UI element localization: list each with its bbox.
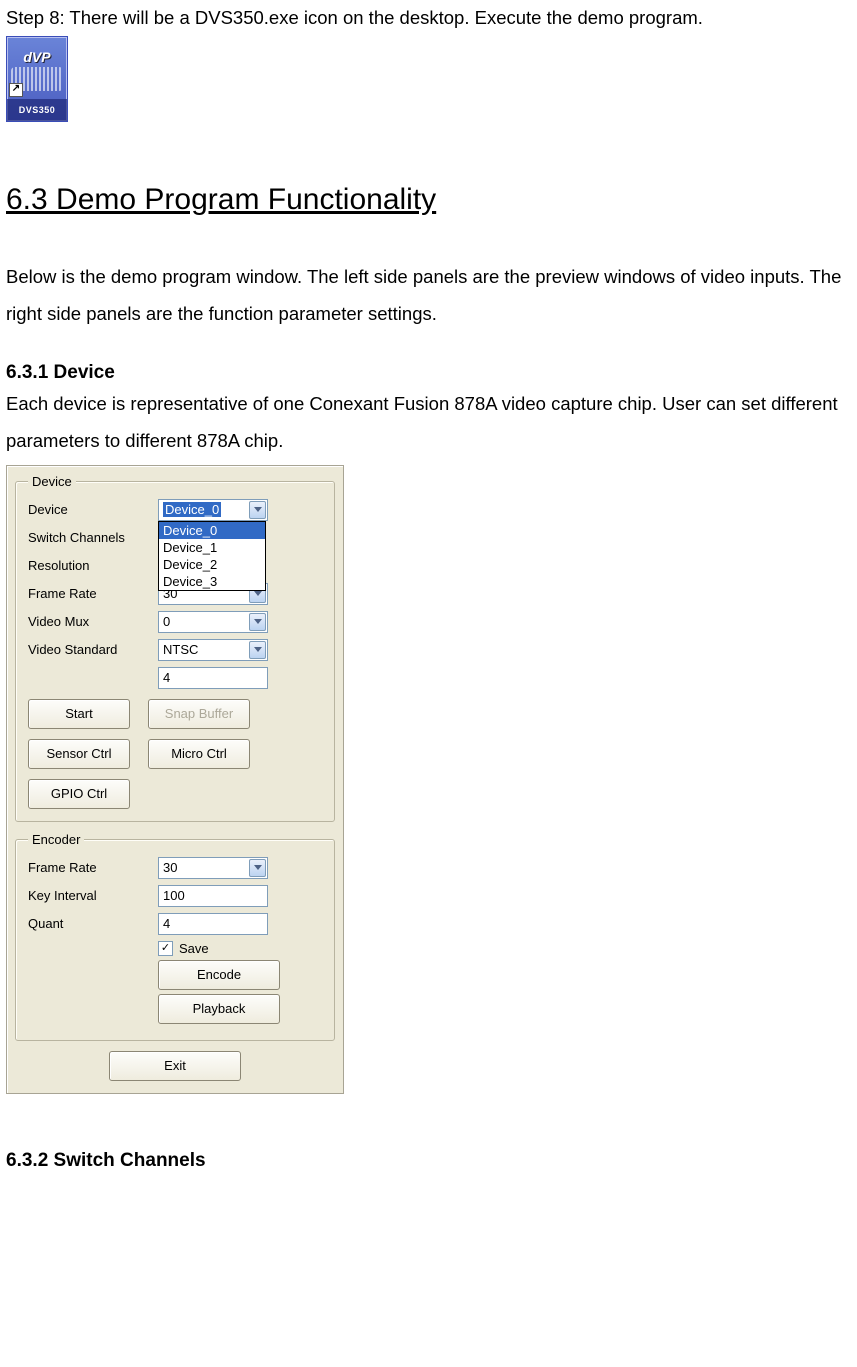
video-standard-value: NTSC xyxy=(163,642,198,657)
label-video-mux: Video Mux xyxy=(28,614,158,629)
chevron-down-icon[interactable] xyxy=(249,613,266,631)
dvs350-desktop-icon: dVP ↗ DVS350 xyxy=(6,36,68,122)
device-extra-input[interactable]: 4 xyxy=(158,667,268,689)
exit-button[interactable]: Exit xyxy=(109,1051,241,1081)
device-group: Device Device Device_0 Device_0 Device_1… xyxy=(15,474,335,822)
subsection-6-3-2-heading: 6.3.2 Switch Channels xyxy=(6,1142,851,1180)
gpio-ctrl-button[interactable]: GPIO Ctrl xyxy=(28,779,130,809)
encode-button[interactable]: Encode xyxy=(158,960,280,990)
step8-text: Step 8: There will be a DVS350.exe icon … xyxy=(6,6,851,30)
chevron-down-icon[interactable] xyxy=(249,501,266,519)
save-checkbox-label: Save xyxy=(179,941,209,956)
video-mux-value: 0 xyxy=(163,614,170,629)
label-resolution: Resolution xyxy=(28,558,158,573)
device-combo-value: Device_0 xyxy=(163,502,221,517)
encoder-group-legend: Encoder xyxy=(28,832,84,847)
section-6-3-intro: Below is the demo program window. The le… xyxy=(6,258,851,332)
micro-ctrl-button[interactable]: Micro Ctrl xyxy=(148,739,250,769)
save-checkbox[interactable]: ✓ xyxy=(158,941,173,956)
device-option-0[interactable]: Device_0 xyxy=(159,522,265,539)
label-frame-rate: Frame Rate xyxy=(28,586,158,601)
key-interval-input[interactable]: 100 xyxy=(158,885,268,907)
device-option-1[interactable]: Device_1 xyxy=(159,539,265,556)
start-button[interactable]: Start xyxy=(28,699,130,729)
label-quant: Quant xyxy=(28,916,158,931)
label-switch-channels: Switch Channels xyxy=(28,530,158,545)
quant-input[interactable]: 4 xyxy=(158,913,268,935)
enc-frame-rate-combo[interactable]: 30 xyxy=(158,857,268,879)
subsection-6-3-1-text: Each device is representative of one Con… xyxy=(6,385,851,459)
playback-button[interactable]: Playback xyxy=(158,994,280,1024)
enc-frame-rate-value: 30 xyxy=(163,860,177,875)
video-mux-combo[interactable]: 0 xyxy=(158,611,268,633)
snap-buffer-button: Snap Buffer xyxy=(148,699,250,729)
label-enc-frame-rate: Frame Rate xyxy=(28,860,158,875)
label-device: Device xyxy=(28,502,158,517)
demo-settings-panel: Device Device Device_0 Device_0 Device_1… xyxy=(6,465,344,1094)
device-dropdown-list[interactable]: Device_0 Device_1 Device_2 Device_3 xyxy=(158,521,266,591)
video-standard-combo[interactable]: NTSC xyxy=(158,639,268,661)
encoder-group: Encoder Frame Rate 30 Key Interval 100 Q… xyxy=(15,832,335,1041)
shortcut-arrow-icon: ↗ xyxy=(9,83,23,97)
sensor-ctrl-button[interactable]: Sensor Ctrl xyxy=(28,739,130,769)
device-group-legend: Device xyxy=(28,474,76,489)
label-key-interval: Key Interval xyxy=(28,888,158,903)
chevron-down-icon[interactable] xyxy=(249,859,266,877)
label-video-standard: Video Standard xyxy=(28,642,158,657)
icon-label: DVS350 xyxy=(7,99,67,121)
chevron-down-icon[interactable] xyxy=(249,641,266,659)
device-option-2[interactable]: Device_2 xyxy=(159,556,265,573)
device-option-3[interactable]: Device_3 xyxy=(159,573,265,590)
section-6-3-heading: 6.3 Demo Program Functionality xyxy=(6,182,851,218)
subsection-6-3-1-heading: 6.3.1 Device xyxy=(6,362,851,385)
device-combo[interactable]: Device_0 xyxy=(158,499,268,521)
